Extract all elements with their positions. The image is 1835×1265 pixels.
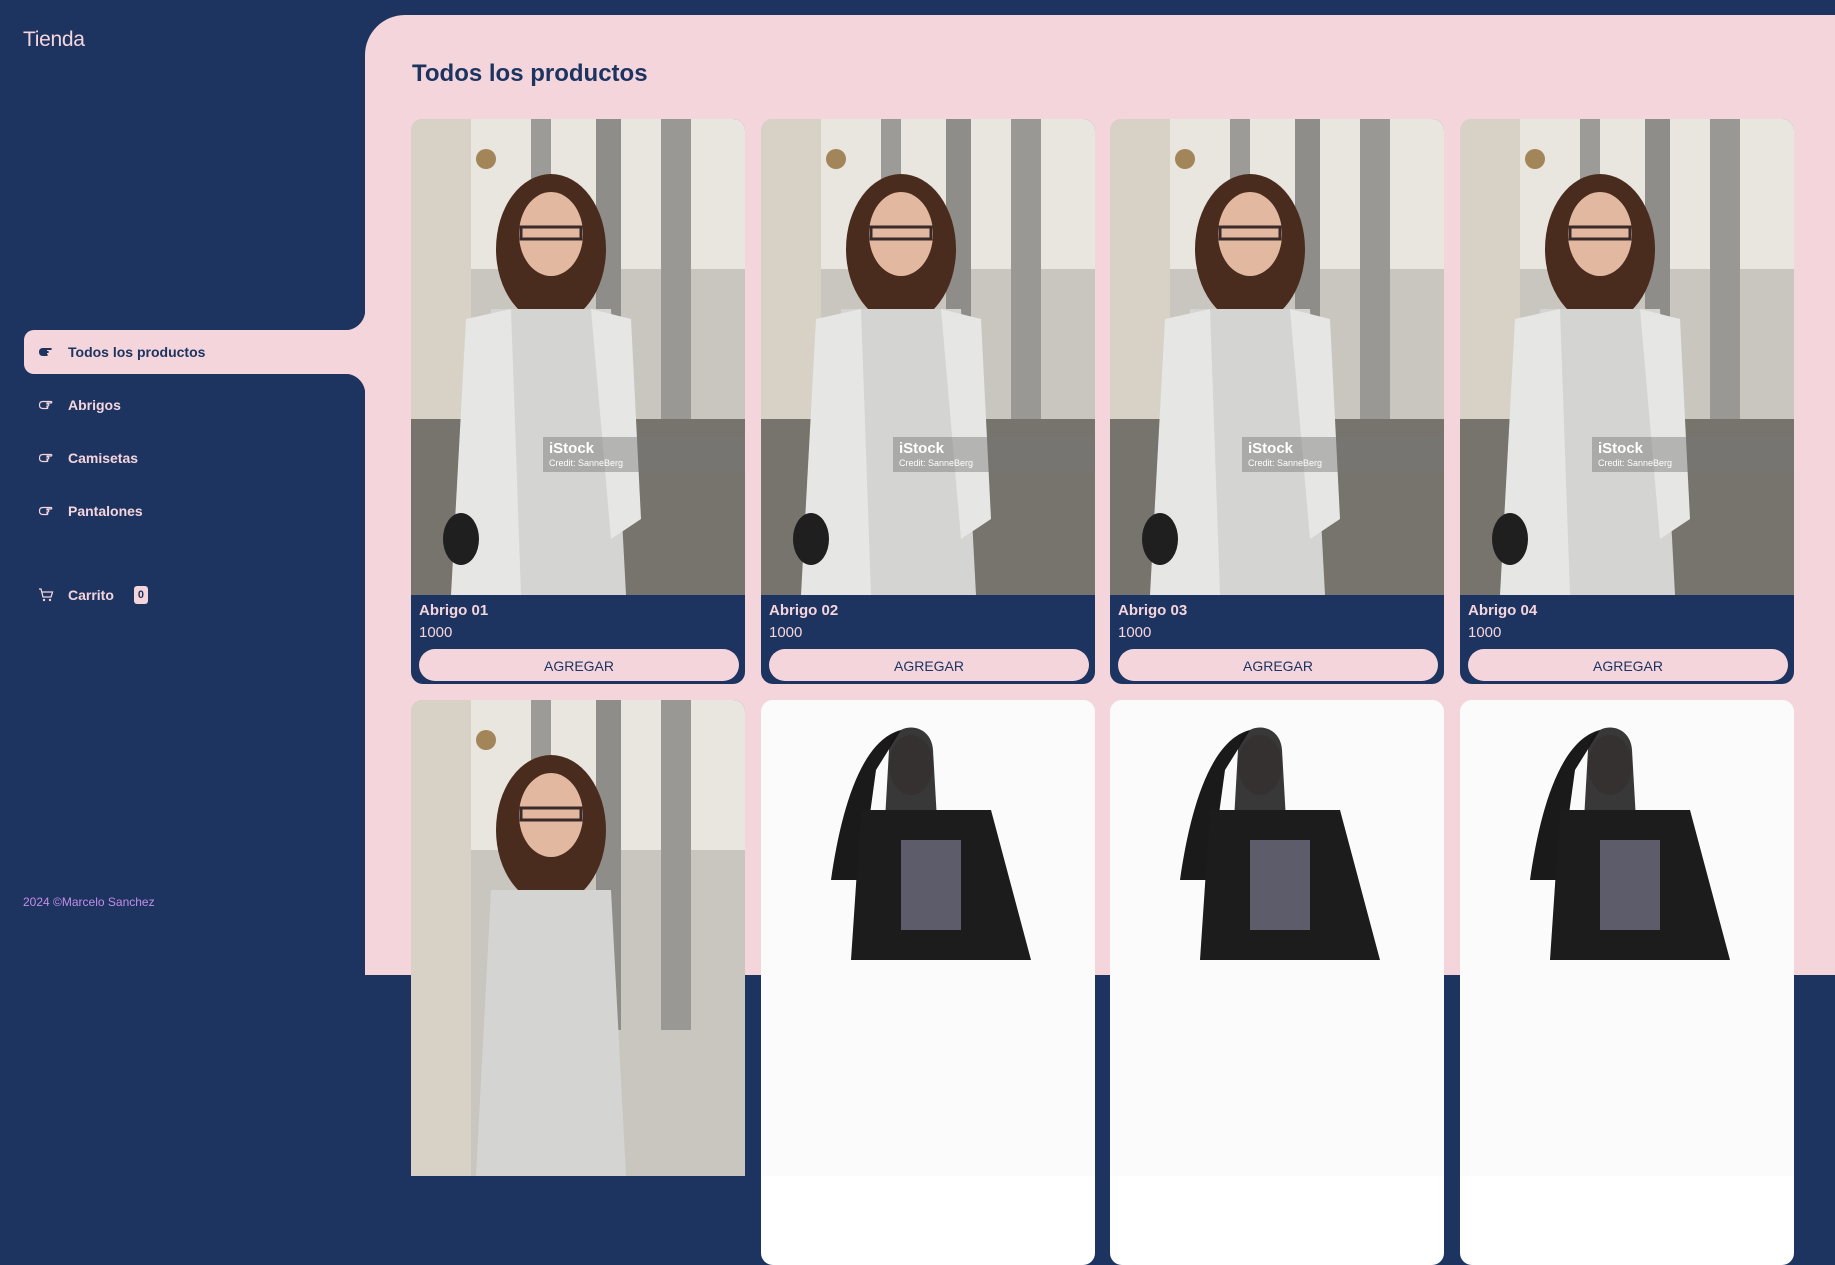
- sidebar-item-label: Abrigos: [68, 397, 121, 413]
- watermark-credit: Credit: SanneBerg: [1248, 458, 1323, 468]
- product-info: Abrigo 04 1000 AGREGAR: [1460, 595, 1794, 681]
- sidebar-item-abrigos[interactable]: Abrigos: [24, 383, 365, 427]
- watermark-logo: iStock: [1248, 440, 1294, 457]
- watermark-credit: Credit: SanneBerg: [549, 458, 624, 468]
- image-watermark: iStock Credit: SanneBerg: [893, 437, 1095, 472]
- product-card: [1460, 700, 1794, 1265]
- product-name: Abrigo 03: [1118, 602, 1188, 619]
- watermark-logo: iStock: [549, 440, 595, 457]
- app-logo[interactable]: Tienda: [23, 28, 85, 52]
- product-name: Abrigo 02: [769, 602, 839, 619]
- product-card: iStock Credit: SanneBerg Abrigo 02 1000 …: [761, 119, 1095, 684]
- watermark-credit: Credit: SanneBerg: [899, 458, 974, 468]
- product-card: [411, 700, 745, 1265]
- product-image[interactable]: iStock Credit: SanneBerg: [1460, 119, 1794, 595]
- product-image[interactable]: iStock Credit: SanneBerg: [1110, 119, 1444, 595]
- product-card: iStock Credit: SanneBerg Abrigo 03 1000 …: [1110, 119, 1444, 684]
- product-card: [761, 700, 1095, 1265]
- product-card: [1110, 700, 1444, 1265]
- sidebar-item-label: Pantalones: [68, 503, 143, 519]
- watermark-logo: iStock: [1598, 440, 1644, 457]
- product-price: 1000: [1468, 624, 1502, 641]
- product-card: iStock Credit: SanneBerg Abrigo 04 1000 …: [1460, 119, 1794, 684]
- sidebar: Tienda Todos los productos Abrigos Camis…: [0, 0, 365, 941]
- product-image[interactable]: [411, 700, 745, 1176]
- product-image[interactable]: [1110, 700, 1444, 1176]
- footer-copyright: 2024 ©Marcelo Sanchez: [23, 895, 155, 909]
- product-info: Abrigo 03 1000 AGREGAR: [1110, 595, 1444, 681]
- product-name: Abrigo 04: [1468, 602, 1538, 619]
- sidebar-item-camisetas[interactable]: Camisetas: [24, 436, 365, 480]
- hand-pointing-icon: [38, 344, 54, 360]
- product-price: 1000: [419, 624, 453, 641]
- hand-pointing-icon: [38, 503, 54, 519]
- add-to-cart-button[interactable]: AGREGAR: [419, 649, 739, 681]
- add-to-cart-button[interactable]: AGREGAR: [769, 649, 1089, 681]
- product-price: 1000: [1118, 624, 1152, 641]
- hand-pointing-icon: [38, 450, 54, 466]
- add-to-cart-button[interactable]: AGREGAR: [1468, 649, 1788, 681]
- product-image[interactable]: iStock Credit: SanneBerg: [761, 119, 1095, 595]
- product-info: Abrigo 01 1000 AGREGAR: [411, 595, 745, 681]
- image-watermark: iStock Credit: SanneBerg: [543, 437, 745, 472]
- product-info: Abrigo 02 1000 AGREGAR: [761, 595, 1095, 681]
- cart-label: Carrito: [68, 587, 114, 603]
- sidebar-item-label: Todos los productos: [68, 344, 206, 360]
- product-card: iStock Credit: SanneBerg Abrigo 01 1000 …: [411, 119, 745, 684]
- watermark-logo: iStock: [899, 440, 945, 457]
- image-watermark: iStock Credit: SanneBerg: [1592, 437, 1794, 472]
- product-price: 1000: [769, 624, 803, 641]
- sidebar-item-label: Camisetas: [68, 450, 139, 466]
- category-nav: Todos los productos Abrigos Camisetas Pa…: [24, 310, 365, 542]
- product-image[interactable]: [1460, 700, 1794, 1176]
- main-content: Todos los productos iStock Credit: Sanne…: [365, 15, 1835, 1265]
- image-watermark: iStock Credit: SanneBerg: [1242, 437, 1444, 472]
- sidebar-item-todos[interactable]: Todos los productos: [24, 310, 365, 394]
- cart-link[interactable]: Carrito 0: [24, 575, 149, 615]
- product-image[interactable]: iStock Credit: SanneBerg: [411, 119, 745, 595]
- cart-count-badge: 0: [133, 586, 149, 604]
- sidebar-item-pantalones[interactable]: Pantalones: [24, 489, 365, 533]
- page-title: Todos los productos: [412, 60, 648, 87]
- product-name: Abrigo 01: [419, 602, 489, 619]
- cart-icon: [38, 587, 54, 603]
- add-to-cart-button[interactable]: AGREGAR: [1118, 649, 1438, 681]
- watermark-credit: Credit: SanneBerg: [1598, 458, 1673, 468]
- hand-pointing-icon: [38, 397, 54, 413]
- product-image[interactable]: [761, 700, 1095, 1176]
